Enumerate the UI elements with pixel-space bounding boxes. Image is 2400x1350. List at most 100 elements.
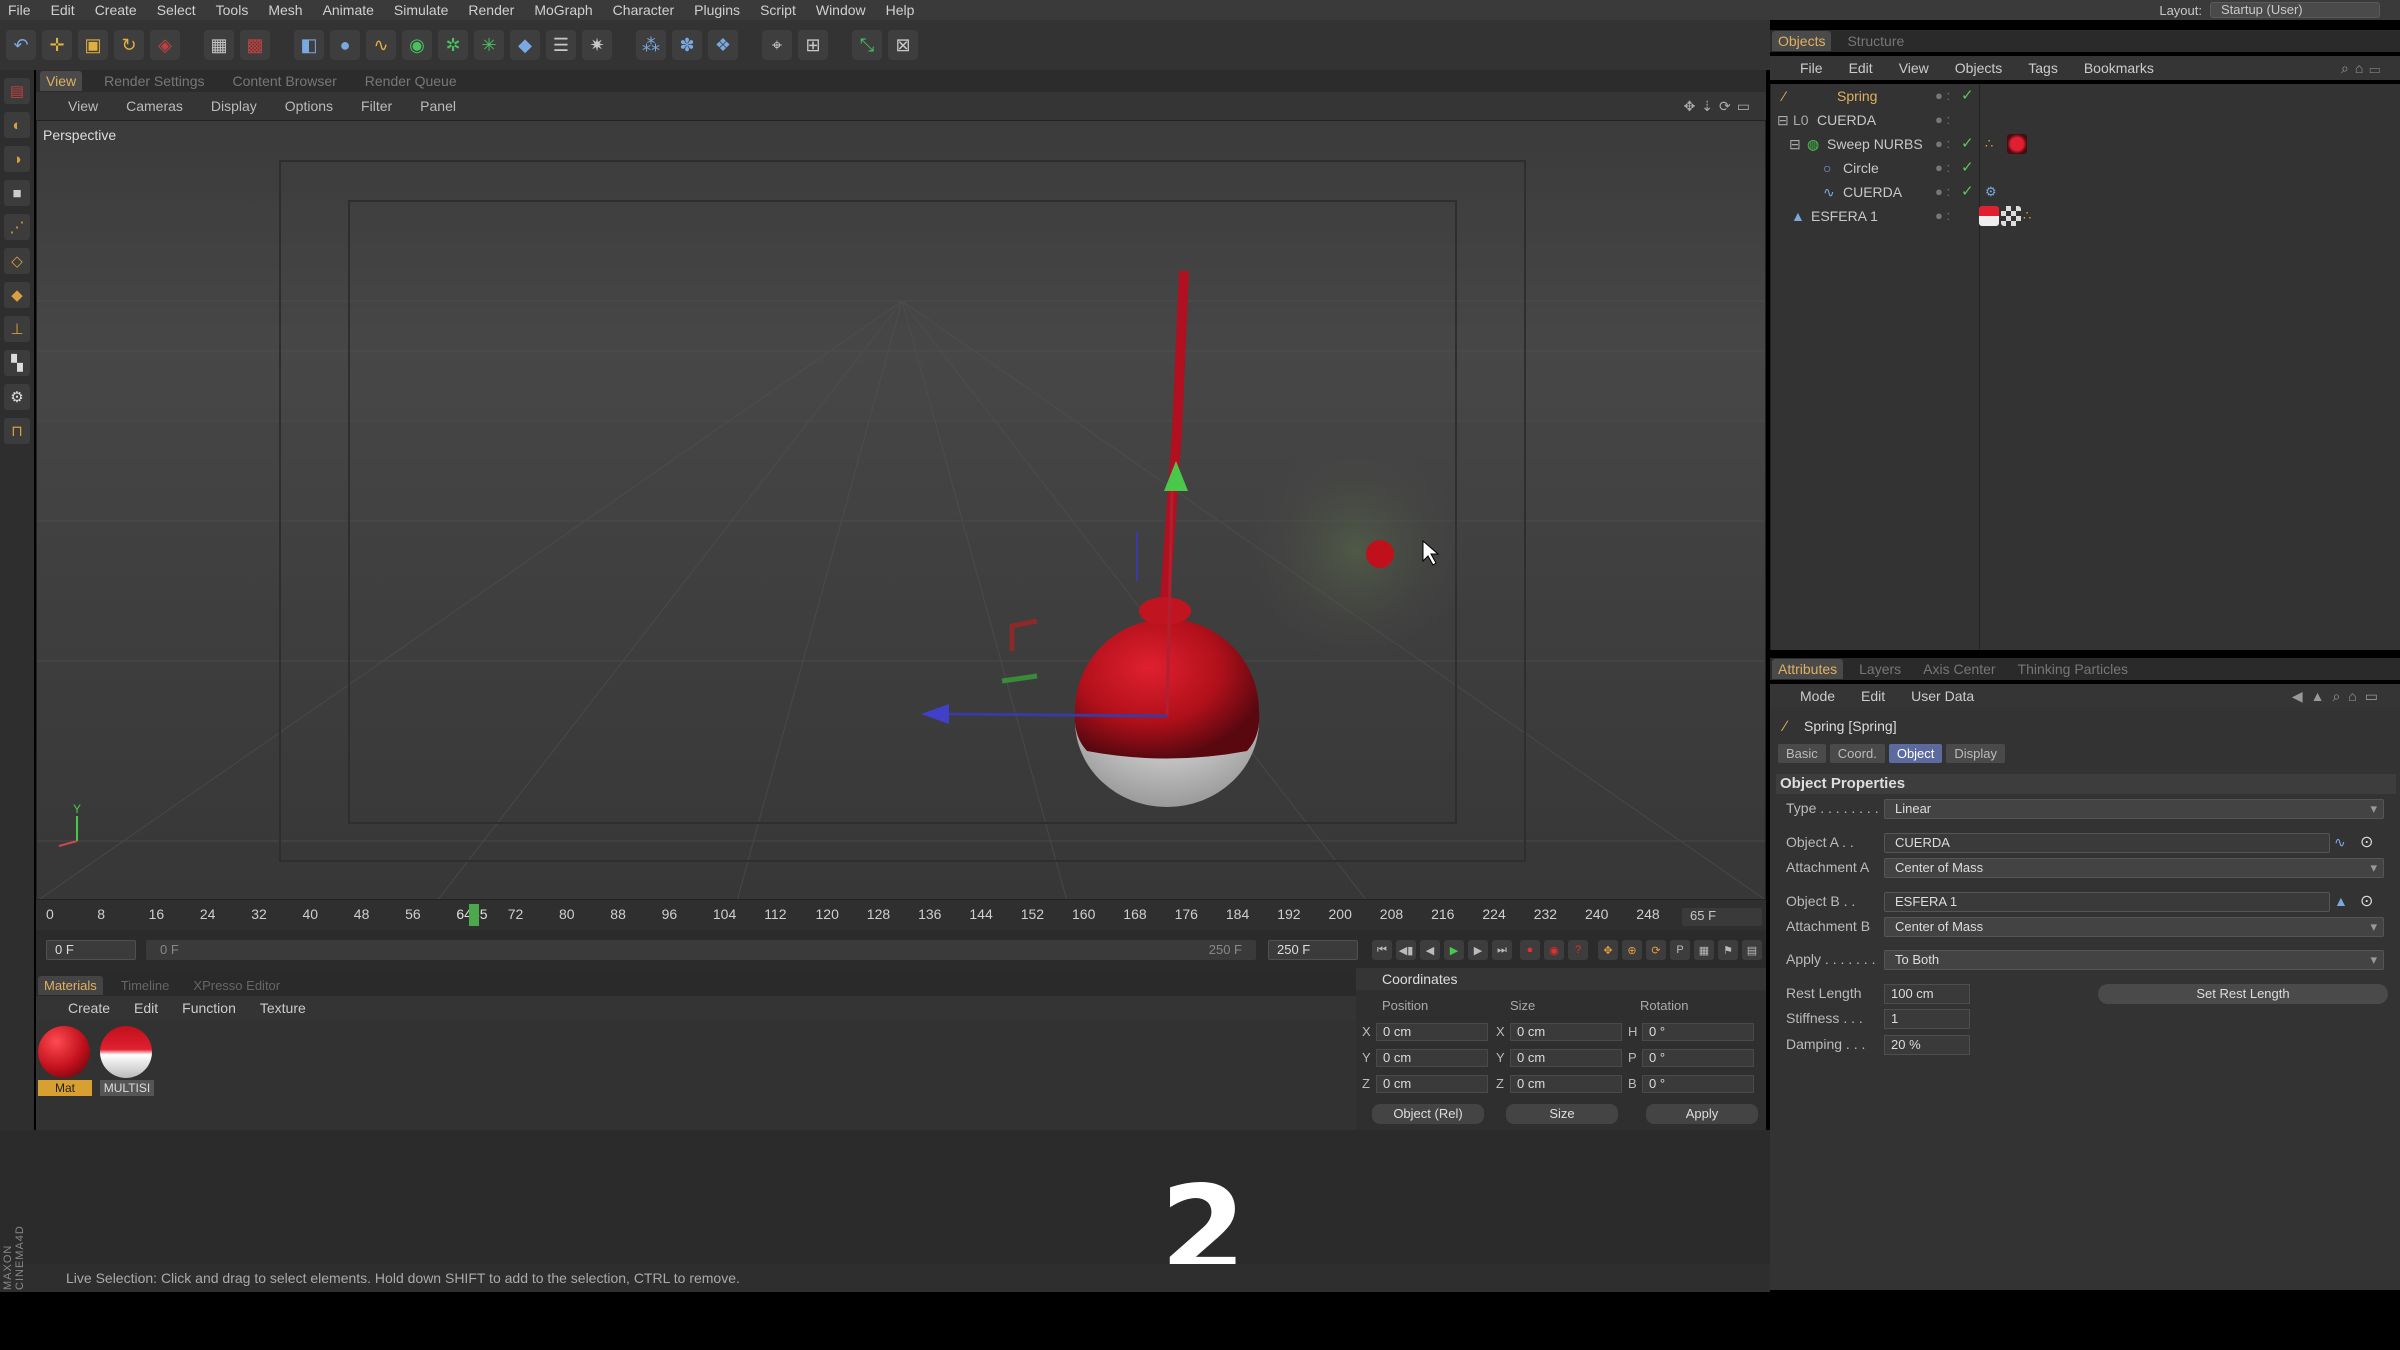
material-multisi[interactable]: MULTISI [100,1026,154,1100]
workplane-icon[interactable]: ⊞ [798,30,828,60]
next-frame-icon[interactable]: ▶ [1468,940,1488,960]
snap-enable-icon[interactable]: ⊓ [4,418,30,444]
attachment-b-select[interactable]: Center of Mass ▾ [1884,917,2384,937]
grid-icon[interactable]: ⊠ [888,30,918,60]
material-tag-icon[interactable] [2007,134,2027,154]
spline-icon[interactable]: ∿ [366,30,396,60]
scale-icon[interactable]: ▣ [78,30,108,60]
tab-layers[interactable]: Layers [1853,659,1907,679]
playhead[interactable] [469,904,479,926]
axis-mode-icon[interactable]: ⊥ [4,316,30,342]
size-y-field[interactable]: 0 cm [1510,1049,1622,1067]
attr-menu-user-data[interactable]: User Data [1911,688,1974,704]
render-view-icon[interactable]: ▦ [204,30,234,60]
position-x-field[interactable]: 0 cm [1376,1023,1488,1041]
frame-range-slider[interactable]: 0 F 250 F [146,940,1256,960]
tree-item-spring[interactable]: ∕ Spring ● : ✓ [1771,84,2400,108]
light-icon[interactable]: ✷ [582,30,612,60]
subtab-display[interactable]: Display [1946,744,2006,763]
stiffness-field[interactable]: 1 [1884,1009,1970,1029]
attr-menu-edit[interactable]: Edit [1861,688,1885,704]
viewport-perspective[interactable]: Perspective Y [36,120,1766,900]
phong-tag-icon[interactable]: ∴ [2023,206,2043,226]
menu-edit[interactable]: Edit [51,2,75,18]
menu-animate[interactable]: Animate [323,2,374,18]
key-pla-icon[interactable]: ▦ [1694,940,1714,960]
timeline-ruler[interactable]: 0816243240485664657280889610411212012813… [36,900,1766,930]
material-menu-create[interactable]: Create [68,1000,110,1016]
menu-file[interactable]: File [8,2,31,18]
size-z-field[interactable]: 0 cm [1510,1075,1622,1093]
record-icon[interactable]: ● [1520,940,1540,960]
subtab-coord[interactable]: Coord. [1829,744,1885,763]
attr-nav-icons[interactable]: ◀▲⌕⌂▭ [2292,688,2386,705]
deformer-icon[interactable]: ✳ [474,30,504,60]
material-tag-icon[interactable] [1979,206,1999,226]
tab-view[interactable]: View [40,71,83,91]
make-editable-icon[interactable]: ▤ [4,78,30,104]
live-select-icon[interactable]: ◈ [150,30,180,60]
points-mode-icon[interactable]: ⋰ [4,214,30,240]
render-picture-icon[interactable]: ▩ [240,30,270,60]
nurbs-icon[interactable]: ◉ [402,30,432,60]
menu-create[interactable]: Create [95,2,137,18]
subtab-basic[interactable]: Basic [1778,744,1826,763]
tree-item-sweep-nurbs[interactable]: ⊟ ◍ Sweep NURBS ● : ✓ ∴ [1771,132,2400,156]
size-x-field[interactable]: 0 cm [1510,1023,1622,1041]
rest-length-field[interactable]: 100 cm [1884,984,1970,1004]
tab-content-browser[interactable]: Content Browser [227,71,343,91]
menu-select[interactable]: Select [157,2,196,18]
obj-menu-bookmarks[interactable]: Bookmarks [2084,60,2154,76]
obj-menu-tags[interactable]: Tags [2028,60,2058,76]
menu-simulate[interactable]: Simulate [394,2,448,18]
obj-menu-file[interactable]: File [1800,60,1823,76]
viewport-menu-panel[interactable]: Panel [420,98,456,114]
tab-structure[interactable]: Structure [1841,31,1910,51]
menu-plugins[interactable]: Plugins [694,2,740,18]
material-mat[interactable]: Mat [38,1026,92,1100]
apply-button[interactable]: Apply [1646,1104,1758,1124]
sphere-primitive-icon[interactable]: ● [330,30,360,60]
prev-frame-icon[interactable]: ◀ [1420,940,1440,960]
tab-attributes[interactable]: Attributes [1772,659,1844,679]
current-frame-field[interactable]: 65 F [1682,908,1762,926]
array-icon[interactable]: ✲ [438,30,468,60]
checker-icon[interactable]: ▚ [4,350,30,376]
attachment-a-select[interactable]: Center of Mass ▾ [1884,858,2384,878]
tab-timeline[interactable]: Timeline [115,976,176,995]
obj-menu-view[interactable]: View [1899,60,1929,76]
play-icon[interactable]: ▶ [1444,940,1464,960]
rotate-icon[interactable]: ↻ [114,30,144,60]
material-menu-texture[interactable]: Texture [260,1000,306,1016]
link-options-icon[interactable]: ⊙ [2360,832,2373,852]
phong-tag-icon[interactable]: ∴ [1985,134,2005,154]
rotation-b-field[interactable]: 0 ° [1642,1075,1754,1093]
tab-axis-center[interactable]: Axis Center [1917,659,2001,679]
mograph-cloner-icon[interactable]: ⁂ [636,30,666,60]
enabled-check-icon[interactable]: ✓ [1961,132,1974,156]
sculpt-icon[interactable]: ⚙ [4,384,30,410]
tree-item-cuerda[interactable]: ⊟ L0 CUERDA ● : [1771,108,2400,132]
position-z-field[interactable]: 0 cm [1376,1075,1488,1093]
object-b-link-field[interactable]: ESFERA 1 [1884,892,2330,912]
link-options-icon[interactable]: ⊙ [2360,891,2373,911]
tab-thinking-particles[interactable]: Thinking Particles [2012,659,2135,679]
goto-start-icon[interactable]: ⏮ [1372,940,1392,960]
prev-key-icon[interactable]: ◀▮ [1396,940,1416,960]
polygons-mode-icon[interactable]: ◆ [4,282,30,308]
goto-end-icon[interactable]: ⏭ [1492,940,1512,960]
viewport-menu-filter[interactable]: Filter [361,98,392,114]
move-icon[interactable]: ✛ [42,30,72,60]
set-rest-length-button[interactable]: Set Rest Length [2098,984,2388,1004]
apply-select[interactable]: To Both ▾ [1884,950,2384,970]
rotation-p-field[interactable]: 0 ° [1642,1049,1754,1067]
tab-materials[interactable]: Materials [38,975,103,995]
autokey-icon[interactable]: ◉ [1544,940,1564,960]
texture-mode-icon[interactable]: ◑ [4,146,30,172]
mograph-fracture-icon[interactable]: ❖ [708,30,738,60]
object-mode-icon[interactable]: ■ [4,180,30,206]
dynamics-tag-icon[interactable]: ⚙ [1985,182,2005,202]
obj-menu-edit[interactable]: Edit [1849,60,1873,76]
tab-objects[interactable]: Objects [1772,31,1832,51]
menu-window[interactable]: Window [816,2,866,18]
